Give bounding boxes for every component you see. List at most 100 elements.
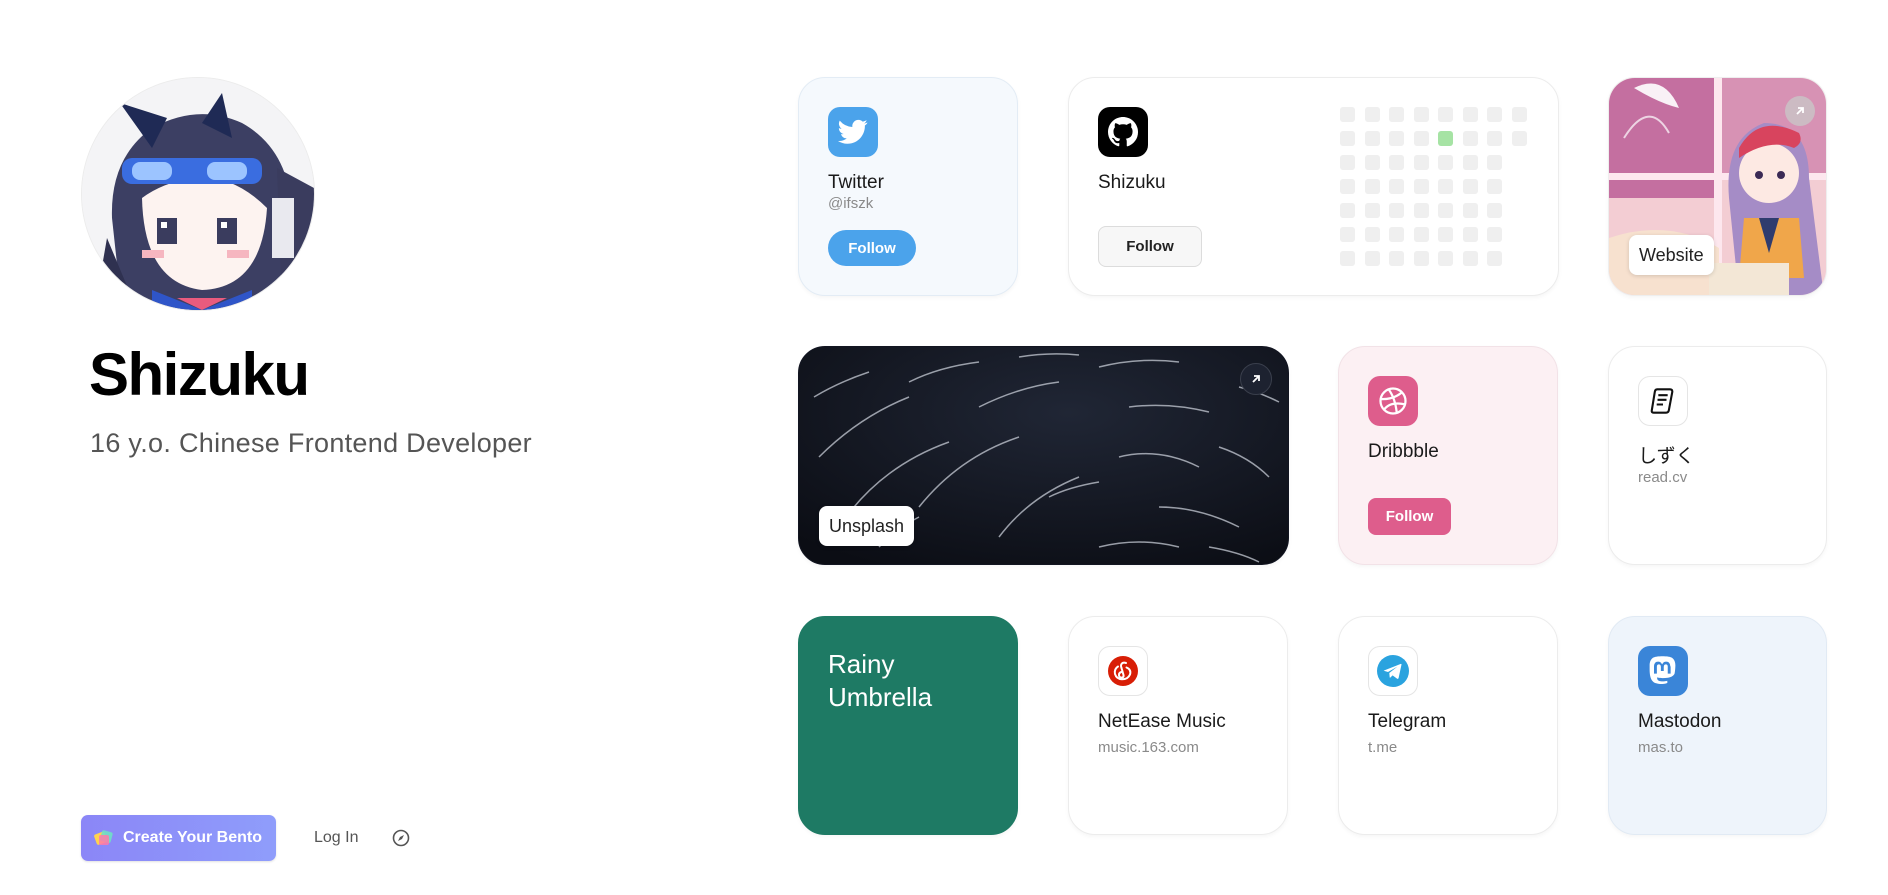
compass-icon[interactable] bbox=[392, 829, 410, 847]
contribution-cell bbox=[1364, 203, 1380, 218]
unsplash-label: Unsplash bbox=[819, 506, 915, 546]
netease-music-icon bbox=[1098, 646, 1148, 696]
arrow-up-right-icon[interactable] bbox=[1785, 96, 1815, 126]
mastodon-title: Mastodon bbox=[1638, 711, 1722, 732]
contribution-cell bbox=[1413, 131, 1429, 146]
contribution-cell-active bbox=[1438, 131, 1453, 146]
bento-logo-icon bbox=[93, 827, 115, 849]
contribution-cell bbox=[1364, 227, 1380, 242]
contribution-cell bbox=[1364, 107, 1380, 122]
contribution-cell bbox=[1438, 179, 1453, 194]
contribution-cell bbox=[1462, 251, 1478, 266]
create-your-bento-label: Create Your Bento bbox=[123, 829, 262, 846]
readcv-url: read.cv bbox=[1638, 469, 1688, 486]
twitter-handle: @ifszk bbox=[828, 195, 874, 212]
contribution-cell bbox=[1340, 251, 1355, 266]
contribution-cell bbox=[1340, 107, 1355, 122]
rainy-umbrella-line-1: Rainy bbox=[828, 649, 895, 679]
profile-name: Shizuku bbox=[89, 341, 310, 408]
dribbble-card[interactable]: Dribbble Follow bbox=[1338, 346, 1558, 565]
twitter-title: Twitter bbox=[828, 172, 884, 193]
contribution-cell bbox=[1389, 227, 1404, 242]
unsplash-card[interactable]: Unsplash bbox=[798, 346, 1289, 565]
dribbble-title: Dribbble bbox=[1368, 441, 1439, 462]
website-card[interactable]: Website bbox=[1608, 77, 1827, 296]
contribution-cell bbox=[1389, 203, 1404, 218]
contribution-cell bbox=[1487, 251, 1502, 266]
twitter-card[interactable]: Twitter @ifszk Follow bbox=[798, 77, 1018, 296]
contribution-cell bbox=[1462, 155, 1478, 170]
contribution-cell bbox=[1340, 131, 1355, 146]
contribution-cell bbox=[1413, 107, 1429, 122]
mastodon-icon bbox=[1638, 646, 1688, 696]
github-title: Shizuku bbox=[1098, 172, 1166, 193]
contribution-cell bbox=[1340, 203, 1355, 218]
contribution-cell bbox=[1389, 107, 1404, 122]
pixel-avatar-image bbox=[82, 78, 314, 310]
netease-title: NetEase Music bbox=[1098, 711, 1226, 732]
contribution-cell bbox=[1340, 227, 1355, 242]
contribution-cell bbox=[1462, 107, 1478, 122]
telegram-url: t.me bbox=[1368, 739, 1398, 756]
log-in-link[interactable]: Log In bbox=[314, 829, 358, 847]
netease-music-card[interactable]: NetEase Music music.163.com bbox=[1068, 616, 1288, 835]
contribution-cell bbox=[1364, 251, 1380, 266]
contribution-cell bbox=[1438, 203, 1453, 218]
contribution-cell bbox=[1462, 131, 1478, 146]
rainy-umbrella-line-2: Umbrella bbox=[828, 682, 933, 712]
document-icon bbox=[1638, 376, 1688, 426]
footer-bar: Create Your Bento Log In bbox=[81, 815, 410, 861]
contribution-cell bbox=[1511, 131, 1527, 146]
contribution-cell bbox=[1389, 131, 1404, 146]
contribution-cell bbox=[1340, 155, 1355, 170]
contribution-cell bbox=[1438, 251, 1453, 266]
dribbble-ball-icon bbox=[1368, 376, 1418, 426]
readcv-card[interactable]: しずく read.cv bbox=[1608, 346, 1827, 565]
contribution-cell bbox=[1413, 179, 1429, 194]
profile-bio: 16 y.o. Chinese Frontend Developer bbox=[90, 428, 532, 458]
dribbble-follow-button[interactable]: Follow bbox=[1368, 498, 1451, 535]
contribution-cell bbox=[1487, 227, 1502, 242]
contribution-cell bbox=[1364, 131, 1380, 146]
contribution-cell bbox=[1487, 107, 1502, 122]
contribution-cell bbox=[1487, 155, 1502, 170]
contribution-cell bbox=[1438, 227, 1453, 242]
github-follow-button[interactable]: Follow bbox=[1098, 226, 1202, 267]
mastodon-url: mas.to bbox=[1638, 739, 1684, 756]
rainy-umbrella-card[interactable]: Rainy Umbrella bbox=[798, 616, 1018, 835]
profile-avatar bbox=[81, 77, 315, 311]
contribution-cell bbox=[1413, 155, 1429, 170]
telegram-title: Telegram bbox=[1368, 711, 1447, 732]
contribution-cell bbox=[1340, 179, 1355, 194]
github-icon bbox=[1098, 107, 1148, 157]
twitter-bird-icon bbox=[828, 107, 878, 157]
contribution-cell bbox=[1487, 179, 1502, 194]
contribution-cell bbox=[1462, 203, 1478, 218]
contribution-cell bbox=[1438, 155, 1453, 170]
twitter-follow-button[interactable]: Follow bbox=[828, 230, 916, 266]
contribution-cell bbox=[1364, 179, 1380, 194]
contribution-cell bbox=[1511, 107, 1527, 122]
website-label: Website bbox=[1629, 235, 1714, 275]
contribution-cell bbox=[1487, 203, 1502, 218]
contribution-cell bbox=[1364, 155, 1380, 170]
contribution-cell bbox=[1487, 131, 1502, 146]
contribution-cell bbox=[1438, 107, 1453, 122]
contribution-cell bbox=[1462, 227, 1478, 242]
paper-plane-icon bbox=[1368, 646, 1418, 696]
contribution-cell bbox=[1389, 155, 1404, 170]
netease-url: music.163.com bbox=[1098, 739, 1199, 756]
mastodon-card[interactable]: Mastodon mas.to bbox=[1608, 616, 1827, 835]
github-card[interactable]: Shizuku Follow bbox=[1068, 77, 1559, 296]
contribution-cell bbox=[1413, 203, 1429, 218]
contribution-cell bbox=[1462, 179, 1478, 194]
contribution-cell bbox=[1413, 251, 1429, 266]
contribution-graph bbox=[1340, 107, 1527, 266]
telegram-card[interactable]: Telegram t.me bbox=[1338, 616, 1558, 835]
arrow-up-right-icon[interactable] bbox=[1240, 363, 1272, 395]
create-your-bento-button[interactable]: Create Your Bento bbox=[81, 815, 276, 861]
contribution-cell bbox=[1389, 251, 1404, 266]
contribution-cell bbox=[1389, 179, 1404, 194]
contribution-cell bbox=[1413, 227, 1429, 242]
readcv-title: しずく bbox=[1638, 446, 1695, 467]
